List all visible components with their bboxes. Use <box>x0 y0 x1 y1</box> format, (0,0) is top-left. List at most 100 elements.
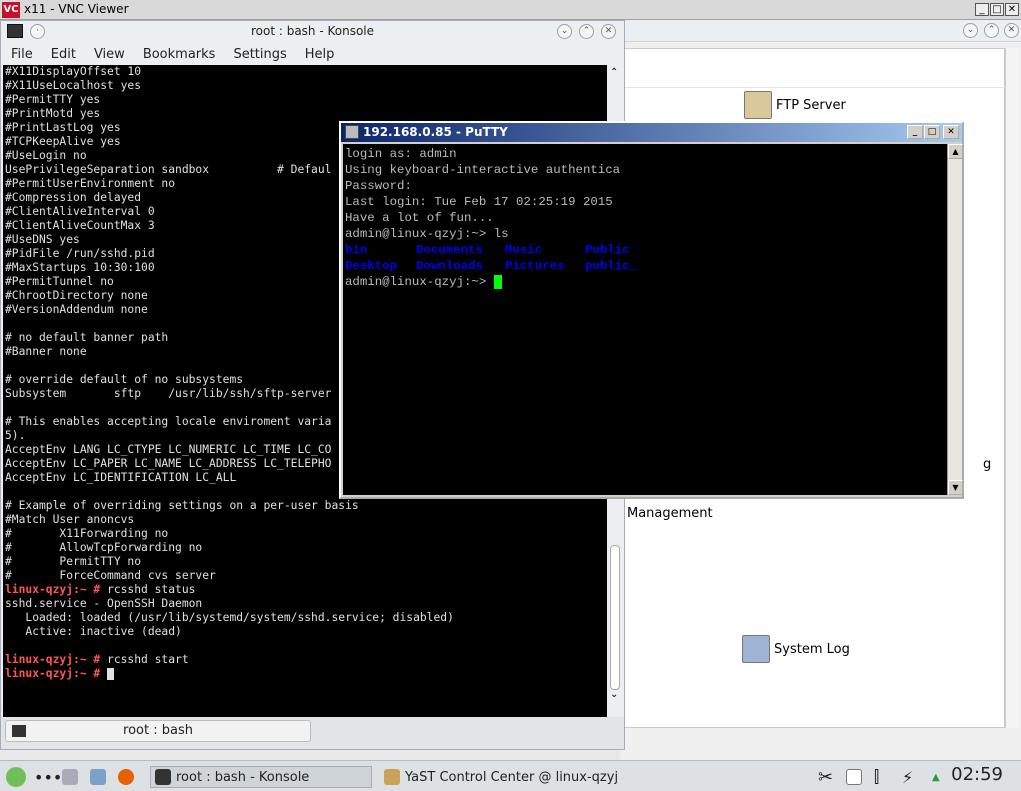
terminal-text: #ClientAliveInterval 0 <box>5 205 155 218</box>
konsole-menubar: File Edit View Bookmarks Settings Help <box>1 43 624 65</box>
terminal-line: # PermitTTY no <box>3 555 607 569</box>
show-more-icon[interactable]: ••• <box>34 766 62 788</box>
minimize-icon[interactable]: ⌄ <box>557 24 572 39</box>
yast-item-label: System Log <box>774 641 850 657</box>
terminal-line: linux-qzyj:~ # rcsshd status <box>3 583 607 597</box>
yast-titlebar: ⌄ ⌃ ✕ <box>620 20 1021 42</box>
terminal-line: linux-qzyj:~ # <box>3 667 607 681</box>
minimize-icon[interactable]: _ <box>907 125 923 139</box>
network-icon[interactable]: ⫿ <box>874 766 879 788</box>
taskbar: ••• root : bash - Konsole YaST Control C… <box>0 760 1021 791</box>
directory-entry: Pictures <box>505 259 565 273</box>
terminal-text: 5). <box>5 429 26 442</box>
yast-maximize-icon[interactable]: ⌃ <box>984 23 999 38</box>
directory-entry: public_ <box>585 259 638 273</box>
menu-help[interactable]: Help <box>305 47 335 62</box>
maximize-icon[interactable]: □ <box>924 125 940 139</box>
putty-terminal[interactable]: login as: admin Using keyboard-interactiv… <box>343 144 947 495</box>
application-menu-button[interactable] <box>6 766 26 788</box>
directory-entry: Public <box>585 243 630 257</box>
terminal-text: Active: inactive (dead) <box>5 625 182 638</box>
scroll-up-icon[interactable]: ▲ <box>948 144 963 159</box>
menu-edit[interactable]: Edit <box>51 47 76 62</box>
terminal-line: #Match User anoncvs <box>3 513 607 527</box>
terminal-line: admin@linux-qzyj:~> <box>343 274 947 290</box>
yast-item-management[interactable]: Management <box>627 506 713 521</box>
shell-prompt: linux-qzyj:~ # <box>5 667 101 680</box>
terminal-line: #X11DisplayOffset 10 <box>3 65 607 79</box>
yast-minimize-icon[interactable]: ⌄ <box>963 23 978 38</box>
yast-scrollbar[interactable] <box>1005 48 1019 728</box>
maximize-icon[interactable]: □ <box>990 3 1004 16</box>
menu-view[interactable]: View <box>94 47 125 62</box>
terminal-text: #ChrootDirectory none <box>5 289 148 302</box>
close-icon[interactable]: ✕ <box>601 24 616 39</box>
terminal-line: # X11Forwarding no <box>3 527 607 541</box>
task-label: YaST Control Center @ linux-qzyj <box>405 769 619 785</box>
task-yast[interactable]: YaST Control Center @ linux-qzyj <box>384 766 618 788</box>
minimize-icon[interactable]: _ <box>975 3 989 16</box>
menu-file[interactable]: File <box>11 47 33 62</box>
remote-desktop: ⌄ ⌃ ✕ FTP Server Management g System Log <box>0 20 1021 791</box>
tray-expand-icon[interactable]: ▲ <box>932 766 940 788</box>
terminal-text: login as: admin <box>345 147 457 161</box>
tab-root-bash[interactable]: root : bash <box>5 720 311 742</box>
terminal-text: # X11Forwarding no <box>5 527 169 540</box>
terminal-text: # This enables accepting locale envirome… <box>5 415 332 428</box>
putty-title: 192.168.0.85 - PuTTY <box>363 125 508 139</box>
putty-scrollbar[interactable]: ▲ ▼ <box>947 144 963 495</box>
yast-item-system-log[interactable]: System Log <box>742 635 850 663</box>
terminal-cursor <box>107 668 115 680</box>
firefox-icon <box>118 769 134 785</box>
maximize-icon[interactable]: ⌃ <box>579 24 594 39</box>
terminal-line: Last login: Tue Feb 17 02:25:19 2015 <box>343 194 947 210</box>
terminal-text: Subsystem sftp /usr/lib/ssh/sftp-server <box>5 387 332 400</box>
terminal-line: # ForceCommand cvs server <box>3 569 607 583</box>
yast-close-icon[interactable]: ✕ <box>1004 23 1019 38</box>
scrollbar-thumb[interactable] <box>610 545 620 690</box>
terminal-line: linux-qzyj:~ # rcsshd start <box>3 653 607 667</box>
terminal-text: sshd.service - OpenSSH Daemon <box>5 597 203 610</box>
konsole-titlebar: · root : bash - Konsole ⌄ ⌃ ✕ <box>1 21 624 43</box>
terminal-line: #PrintMotd yes <box>3 107 607 121</box>
tools-icon[interactable]: ✂ <box>818 766 833 788</box>
file-manager-button[interactable] <box>90 766 106 788</box>
scroll-down-icon[interactable]: ▼ <box>948 480 963 495</box>
directory-entry: bin <box>345 243 368 257</box>
clock[interactable]: 02:59 <box>951 764 1003 785</box>
scroll-up-icon[interactable]: ⌃ <box>610 67 618 78</box>
divider <box>624 87 1006 88</box>
close-icon[interactable]: ✕ <box>943 125 959 139</box>
directory-entry: Documents <box>416 243 483 257</box>
file-manager-icon <box>90 769 106 785</box>
terminal-line: login as: admin <box>343 146 947 162</box>
terminal-text: Using keyboard-interactive authentica <box>345 163 621 177</box>
terminal-text: #PermitTunnel no <box>5 275 114 288</box>
terminal-line: # Example of overriding settings on a pe… <box>3 499 607 513</box>
terminal-text: # PermitTTY no <box>5 555 142 568</box>
terminal-text: #PermitTTY yes <box>5 93 101 106</box>
directory-entry: Desktop <box>345 259 398 273</box>
scroll-down-icon[interactable]: ⌄ <box>610 689 618 700</box>
notes-icon[interactable] <box>846 766 862 788</box>
yast-item-ftp-server[interactable]: FTP Server <box>744 91 846 119</box>
menu-bookmarks[interactable]: Bookmarks <box>143 47 216 62</box>
terminal-text: #UseLogin no <box>5 149 87 162</box>
tab-label: root : bash <box>123 723 193 738</box>
putty-titlebar: 192.168.0.85 - PuTTY _ □ ✕ <box>341 123 962 142</box>
yast-partial-label: g <box>983 457 992 472</box>
terminal-text: Have a lot of fun... <box>345 211 494 225</box>
terminal-text: #X11UseLocalhost yes <box>5 79 142 92</box>
close-icon[interactable]: ✕ <box>1005 3 1019 16</box>
terminal-text: #X11DisplayOffset 10 <box>5 65 142 78</box>
terminal-text: Loaded: loaded (/usr/lib/systemd/system/… <box>5 611 454 624</box>
desktop-button[interactable] <box>62 766 78 788</box>
menu-settings[interactable]: Settings <box>233 47 286 62</box>
terminal-text: # ForceCommand cvs server <box>5 569 216 582</box>
putty-icon <box>345 125 359 139</box>
firefox-button[interactable] <box>118 766 134 788</box>
power-plug-icon[interactable]: ⚡ <box>902 766 913 788</box>
task-konsole[interactable]: root : bash - Konsole <box>150 766 372 788</box>
directory-entry: Downloads <box>416 259 483 273</box>
